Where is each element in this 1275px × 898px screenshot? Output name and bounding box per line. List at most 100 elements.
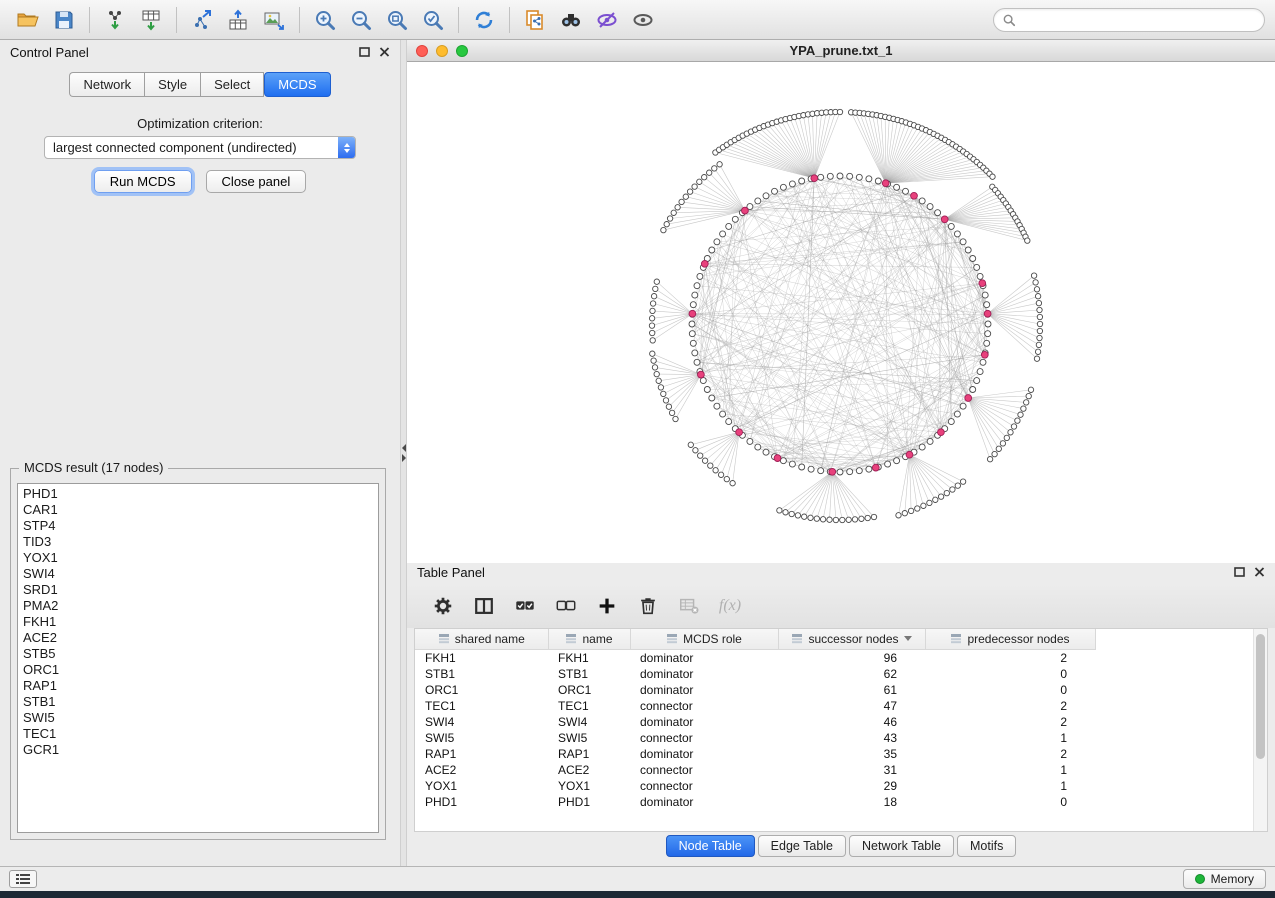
mcds-result-item[interactable]: RAP1 <box>23 678 373 694</box>
delete-column-button[interactable] <box>636 594 660 618</box>
close-panel-icon[interactable] <box>1254 567 1265 577</box>
network-graph[interactable] <box>407 62 1275 560</box>
table-row[interactable]: SWI4 SWI4 dominator 46 2 <box>415 714 1095 730</box>
import-network-button[interactable] <box>97 4 133 36</box>
column-header-mcds-role[interactable]: MCDS role <box>630 629 778 649</box>
cell-shared-name: SWI5 <box>415 730 548 746</box>
cell-name: STB1 <box>548 666 630 682</box>
control-panel-header: Control Panel <box>0 40 400 64</box>
mcds-result-item[interactable]: ORC1 <box>23 662 373 678</box>
collapse-left-icon[interactable] <box>402 444 406 452</box>
table-scrollbar-thumb[interactable] <box>1256 634 1265 759</box>
mcds-result-item[interactable]: SWI4 <box>23 566 373 582</box>
delete-table-button[interactable] <box>677 594 701 618</box>
table-row[interactable]: ACE2 ACE2 connector 31 1 <box>415 762 1095 778</box>
table-scrollbar[interactable] <box>1253 629 1267 831</box>
sort-chevron-icon[interactable] <box>904 636 912 641</box>
close-panel-button[interactable]: Close panel <box>206 170 307 193</box>
export-table-button[interactable] <box>220 4 256 36</box>
cell-shared-name: ORC1 <box>415 682 548 698</box>
function-builder-button[interactable]: f(x) <box>718 594 742 618</box>
column-header-successor-nodes[interactable]: successor nodes <box>778 629 925 649</box>
column-header-shared-name[interactable]: shared name <box>415 629 548 649</box>
mcds-result-item[interactable]: STB5 <box>23 646 373 662</box>
float-panel-icon[interactable] <box>359 47 370 57</box>
cell-shared-name: TEC1 <box>415 698 548 714</box>
mcds-result-item[interactable]: STB1 <box>23 694 373 710</box>
mcds-result-item[interactable]: TID3 <box>23 534 373 550</box>
import-network-icon <box>103 8 127 32</box>
table-row[interactable]: STB1 STB1 dominator 62 0 <box>415 666 1095 682</box>
column-header-name[interactable]: name <box>548 629 630 649</box>
zoom-selected-button[interactable] <box>415 4 451 36</box>
mcds-result-item[interactable]: STP4 <box>23 518 373 534</box>
tab-motifs[interactable]: Motifs <box>957 835 1016 857</box>
splitter-collapse-arrows[interactable] <box>401 442 406 464</box>
import-table-button[interactable] <box>133 4 169 36</box>
mcds-result-item[interactable]: SWI5 <box>23 710 373 726</box>
table-row[interactable]: ORC1 ORC1 dominator 61 0 <box>415 682 1095 698</box>
show-graphics-button[interactable] <box>625 4 661 36</box>
network-window-titlebar[interactable]: YPA_prune.txt_1 <box>407 40 1275 62</box>
export-image-icon <box>262 8 286 32</box>
tab-node-table[interactable]: Node Table <box>666 835 755 857</box>
zoom-out-button[interactable] <box>343 4 379 36</box>
panel-splitter[interactable] <box>400 40 407 866</box>
task-history-button[interactable] <box>9 870 37 888</box>
mcds-result-item[interactable]: YOX1 <box>23 550 373 566</box>
mcds-result-item[interactable]: PMA2 <box>23 598 373 614</box>
binoculars-icon <box>559 8 583 32</box>
mcds-result-item[interactable]: FKH1 <box>23 614 373 630</box>
search-input[interactable] <box>1016 13 1256 27</box>
close-panel-icon[interactable] <box>379 47 390 57</box>
tab-select[interactable]: Select <box>200 72 264 97</box>
optimization-criterion-select[interactable]: largest connected component (undirected) <box>44 136 356 159</box>
cell-successor-nodes: 62 <box>778 666 925 682</box>
show-columns-button[interactable] <box>472 594 496 618</box>
mcds-result-list[interactable]: PHD1 CAR1 STP4 TID3 YOX1 SWI4 SRD1 PMA2 <box>17 483 379 833</box>
table-row[interactable]: SWI5 SWI5 connector 43 1 <box>415 730 1095 746</box>
table-row[interactable]: PHD1 PHD1 dominator 18 0 <box>415 794 1095 810</box>
export-image-button[interactable] <box>256 4 292 36</box>
tab-network[interactable]: Network <box>69 72 144 97</box>
mcds-result-item[interactable]: CAR1 <box>23 502 373 518</box>
refresh-button[interactable] <box>466 4 502 36</box>
mcds-result-item[interactable]: ACE2 <box>23 630 373 646</box>
table-row[interactable]: FKH1 FKH1 dominator 96 2 <box>415 649 1095 666</box>
column-header-predecessor-nodes[interactable]: predecessor nodes <box>925 629 1095 649</box>
find-button[interactable] <box>553 4 589 36</box>
cell-shared-name: STB1 <box>415 666 548 682</box>
table-row[interactable]: RAP1 RAP1 dominator 35 2 <box>415 746 1095 762</box>
deselect-all-button[interactable] <box>554 594 578 618</box>
mcds-result-item[interactable]: TEC1 <box>23 726 373 742</box>
cell-mcds-role: connector <box>630 778 778 794</box>
export-network-button[interactable] <box>184 4 220 36</box>
tab-mcds[interactable]: MCDS <box>264 72 330 97</box>
cell-predecessor-nodes: 0 <box>925 682 1095 698</box>
network-canvas[interactable] <box>407 62 1275 563</box>
tab-style[interactable]: Style <box>144 72 200 97</box>
table-settings-button[interactable] <box>431 594 455 618</box>
copy-network-button[interactable] <box>517 4 553 36</box>
zoom-fit-button[interactable] <box>379 4 415 36</box>
mcds-result-item[interactable]: GCR1 <box>23 742 373 758</box>
cell-predecessor-nodes: 0 <box>925 794 1095 810</box>
tab-network-table[interactable]: Network Table <box>849 835 954 857</box>
add-column-button[interactable] <box>595 594 619 618</box>
run-mcds-button[interactable]: Run MCDS <box>94 170 192 193</box>
toolbar-search-box[interactable] <box>993 8 1265 32</box>
table-row[interactable]: TEC1 TEC1 connector 47 2 <box>415 698 1095 714</box>
control-panel-tabs: Network Style Select MCDS <box>0 72 400 97</box>
expand-right-icon[interactable] <box>402 454 406 462</box>
memory-button[interactable]: Memory <box>1183 869 1266 889</box>
tab-edge-table[interactable]: Edge Table <box>758 835 846 857</box>
select-all-button[interactable] <box>513 594 537 618</box>
float-panel-icon[interactable] <box>1234 567 1245 577</box>
zoom-in-button[interactable] <box>307 4 343 36</box>
open-session-button[interactable] <box>10 4 46 36</box>
hide-graphics-button[interactable] <box>589 4 625 36</box>
table-row[interactable]: YOX1 YOX1 connector 29 1 <box>415 778 1095 794</box>
mcds-result-item[interactable]: SRD1 <box>23 582 373 598</box>
save-session-button[interactable] <box>46 4 82 36</box>
mcds-result-item[interactable]: PHD1 <box>23 486 373 502</box>
